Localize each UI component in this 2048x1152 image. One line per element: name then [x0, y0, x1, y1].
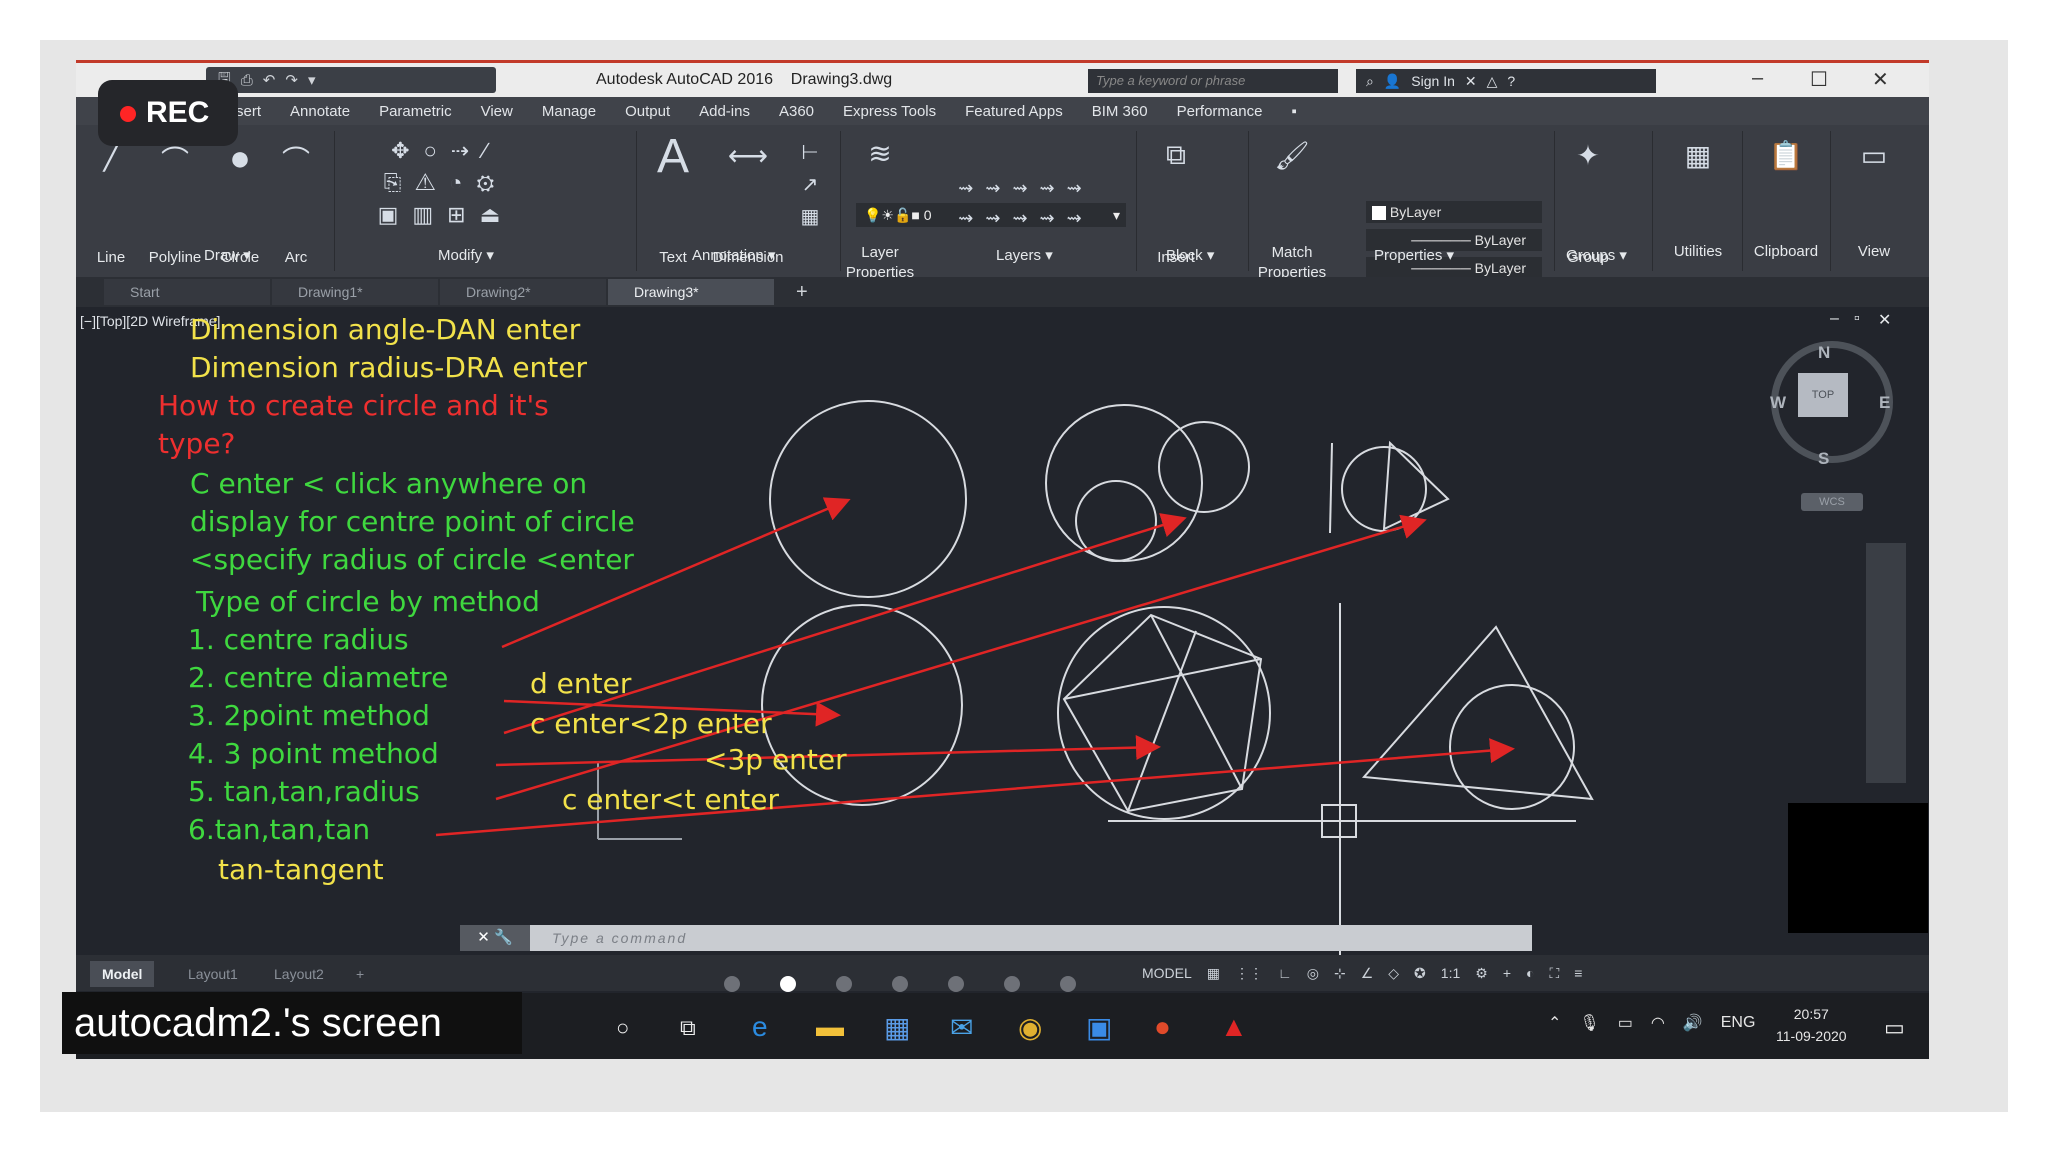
tab-layout2[interactable]: Layout2: [262, 961, 336, 987]
note-method-2: 2. centre diametre: [188, 661, 449, 694]
volume-icon[interactable]: 🔊: [1683, 1013, 1703, 1033]
chevron-up-icon[interactable]: ⌃: [1548, 1013, 1561, 1033]
note-dan: Dimension angle-DAN enter: [190, 313, 581, 346]
grid-icon[interactable]: ▦: [1207, 965, 1220, 982]
note-step-2: display for centre point of circle: [190, 505, 635, 538]
notifications-icon[interactable]: ▭: [1884, 1015, 1905, 1041]
drawing-line: [1150, 614, 1243, 790]
tab-layout1[interactable]: Layout1: [176, 961, 250, 987]
compass-w: W: [1770, 393, 1787, 412]
hardware-icon[interactable]: ◐: [1526, 965, 1534, 981]
status-tools: MODEL ▦ ⋮⋮ ∟ ◎ ⊹ ∠ ◇ ✪ 1:1 ⚙ + ◐ ⛶ ≡: [1142, 959, 1582, 987]
drawing-triangle: [1361, 625, 1594, 801]
gear-icon[interactable]: ⚙: [1475, 965, 1488, 982]
command-input[interactable]: Type a command: [552, 925, 687, 951]
annotation-scale[interactable]: 1:1: [1441, 965, 1460, 981]
command-line-controls[interactable]: ✕ 🔧: [460, 925, 530, 951]
zoom-icon[interactable]: ▣: [1086, 1011, 1112, 1044]
model-space-toggle[interactable]: MODEL: [1142, 965, 1192, 981]
autocad-window: 🖫 ⎙ ↶ ↷ ▾ Autodesk AutoCAD 2016 Drawing3…: [76, 60, 1929, 1059]
navigation-bar[interactable]: [1866, 543, 1906, 783]
powerpoint-icon[interactable]: ●: [1154, 1011, 1171, 1043]
screen-share-label: autocadm2.'s screen: [62, 992, 522, 1054]
ortho-icon[interactable]: ∟: [1278, 965, 1292, 981]
record-dot-icon: [120, 106, 136, 123]
pager-dot[interactable]: [892, 976, 908, 992]
compass-s: S: [1818, 449, 1830, 468]
note-heading-1: How to create circle and it's: [158, 389, 549, 422]
drawing-circle: [1158, 421, 1250, 513]
note-cmd-2p: c enter<2p enter: [530, 707, 772, 740]
language-indicator[interactable]: ENG: [1721, 1014, 1756, 1032]
annotation-icon[interactable]: ✪: [1414, 965, 1426, 982]
pager-dot[interactable]: [948, 976, 964, 992]
note-method-4: 4. 3 point method: [188, 737, 439, 770]
task-view-icon[interactable]: ⧉: [680, 1015, 696, 1041]
edge-icon[interactable]: e: [752, 1011, 768, 1043]
cortana-icon[interactable]: ○: [616, 1015, 629, 1041]
compass-e: E: [1879, 393, 1891, 412]
osnap-icon[interactable]: ⊹: [1334, 965, 1346, 982]
note-heading-2: type?: [158, 427, 236, 460]
pager-dot-active[interactable]: [780, 976, 796, 992]
note-methods-title: Type of circle by method: [196, 585, 540, 618]
drawing-line: [1329, 442, 1333, 534]
note-method-3: 3. 2point method: [188, 699, 430, 732]
plus-icon[interactable]: +: [1503, 965, 1511, 981]
note-method-1: 1. centre radius: [188, 623, 409, 656]
drawing-circle: [769, 400, 967, 598]
mail-icon[interactable]: ✉: [950, 1011, 973, 1044]
note-cmd-d: d enter: [530, 667, 632, 700]
isometric-icon[interactable]: ◇: [1388, 965, 1399, 982]
recording-indicator: REC: [98, 80, 238, 146]
autocad-icon[interactable]: ▲: [1220, 1011, 1248, 1043]
new-layout-button[interactable]: +: [344, 961, 376, 987]
note-method-5: 5. tan,tan,radius: [188, 775, 420, 808]
pager-dot[interactable]: [1060, 976, 1076, 992]
note-dra: Dimension radius-DRA enter: [190, 351, 588, 384]
annotation-arrow: [495, 514, 1427, 801]
note-cmd-3p: <3p enter: [704, 743, 847, 776]
battery-icon[interactable]: ▭: [1618, 1013, 1633, 1033]
system-tray: ⌃ 🎙 ▭ ◠ 🔊 ENG: [1548, 1013, 1755, 1033]
webcam-overlay: [1788, 803, 1928, 933]
store-icon[interactable]: ▦: [884, 1011, 910, 1044]
note-tangent: tan-tangent: [218, 853, 384, 886]
note-step-1: C enter < click anywhere on: [190, 467, 588, 500]
chrome-icon[interactable]: ◉: [1018, 1011, 1042, 1044]
polar-icon[interactable]: ◎: [1307, 965, 1319, 982]
menu-icon[interactable]: ≡: [1574, 965, 1582, 981]
slide-pager: [724, 976, 1076, 992]
drawing-line: [1127, 630, 1197, 812]
file-explorer-icon[interactable]: ▬: [816, 1011, 844, 1043]
pager-dot[interactable]: [836, 976, 852, 992]
angle-icon[interactable]: ∠: [1361, 965, 1374, 982]
command-line[interactable]: ✕ 🔧 Type a command: [460, 925, 1532, 951]
clock[interactable]: 20:57 11-09-2020: [1776, 1003, 1847, 1047]
snap-icon[interactable]: ⋮⋮: [1235, 965, 1263, 982]
note-step-3: <specify radius of circle <enter: [190, 543, 634, 576]
viewcube-top[interactable]: TOP: [1798, 373, 1848, 417]
wcs-menu[interactable]: WCS: [1801, 493, 1863, 511]
pager-dot[interactable]: [1004, 976, 1020, 992]
microphone-icon[interactable]: 🎙: [1579, 1013, 1599, 1033]
compass-n: N: [1818, 343, 1831, 362]
drawing-line: [1063, 658, 1262, 700]
note-method-6: 6.tan,tan,tan: [188, 813, 371, 846]
fullscreen-icon[interactable]: ⛶: [1549, 965, 1559, 982]
note-cmd-t: c enter<t enter: [562, 783, 780, 816]
wifi-icon[interactable]: ◠: [1651, 1013, 1665, 1033]
tab-model[interactable]: Model: [90, 961, 155, 987]
pager-dot[interactable]: [724, 976, 740, 992]
